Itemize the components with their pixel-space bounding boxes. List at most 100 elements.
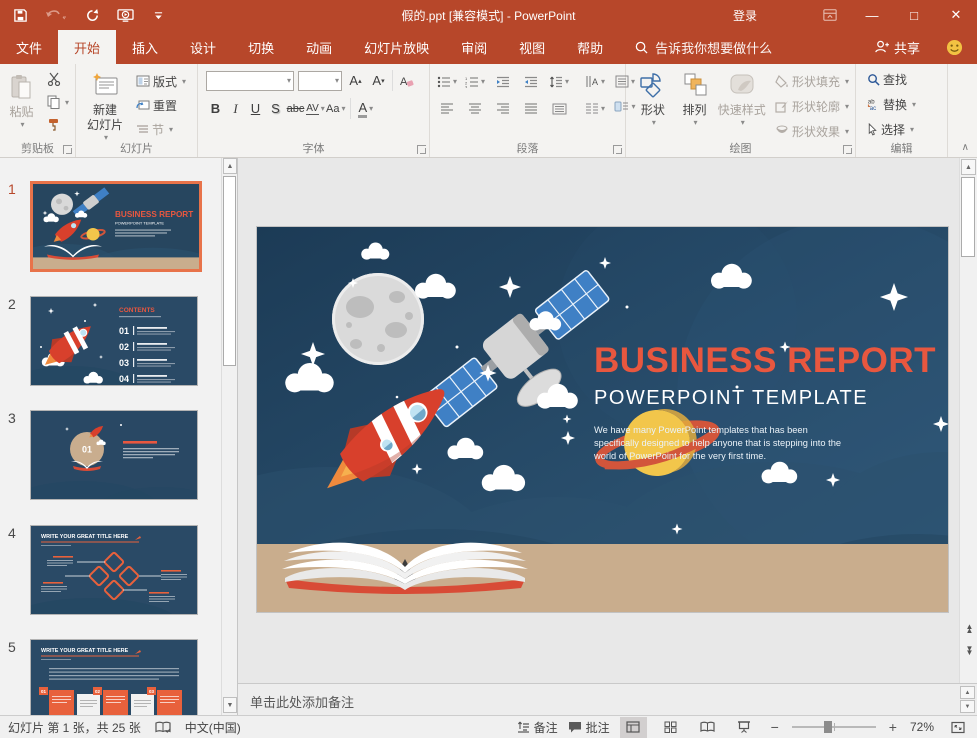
paragraph-dialog-launcher[interactable]	[613, 145, 622, 154]
notes-scrollbar[interactable]: ▲ ▼	[960, 686, 975, 714]
save-button[interactable]	[10, 4, 30, 26]
slide-canvas[interactable]: BUSINESS REPORT POWERPOINT TEMPLATE We h…	[257, 227, 948, 612]
thumbnail-slide-5[interactable]: 5 WRITE YOUR GREAT TITLE HERE 01	[0, 639, 222, 715]
new-slide-button[interactable]: 新建 幻灯片	[79, 68, 131, 143]
quick-styles-button[interactable]: 快速样式	[715, 68, 768, 128]
undo-button[interactable]	[43, 4, 69, 26]
align-right-button[interactable]	[492, 98, 514, 119]
thumbnail-scrollbar[interactable]: ▲ ▼	[221, 158, 237, 715]
start-slideshow-button[interactable]	[115, 4, 135, 26]
slideshow-view-button[interactable]	[731, 717, 758, 738]
align-left-button[interactable]	[436, 98, 458, 119]
zoom-percentage[interactable]: 72%	[910, 720, 934, 734]
slide-title-textbox[interactable]: BUSINESS REPORT	[594, 343, 939, 380]
thumbnail-3-image[interactable]: 01	[30, 410, 198, 500]
cut-button[interactable]	[44, 68, 72, 90]
font-size-combo[interactable]	[298, 71, 342, 91]
tab-animations[interactable]: 动画	[290, 30, 348, 64]
comments-toggle[interactable]: 批注	[568, 719, 610, 736]
minimize-button[interactable]: —	[851, 0, 893, 30]
language-indicator[interactable]: 中文(中国)	[185, 719, 241, 736]
thumbnail-1-image[interactable]: BUSINESS REPORT POWERPOINT TEMPLATE	[30, 181, 202, 272]
slide-sorter-view-button[interactable]	[657, 717, 684, 738]
select-button[interactable]: 选择	[864, 118, 917, 140]
strikethrough-button[interactable]: abc	[286, 98, 305, 119]
tab-home[interactable]: 开始	[58, 30, 116, 64]
shape-effects-button[interactable]: 形状效果	[772, 120, 852, 142]
tab-view[interactable]: 视图	[503, 30, 561, 64]
scroll-up-icon[interactable]: ▲	[961, 159, 976, 175]
previous-slide-button[interactable]: ▲▲	[961, 619, 976, 639]
format-painter-button[interactable]	[44, 114, 72, 136]
fit-slide-button[interactable]	[944, 717, 971, 738]
collapse-ribbon-button[interactable]: ∧	[962, 142, 969, 153]
shapes-button[interactable]: 形状	[632, 68, 674, 128]
clipboard-dialog-launcher[interactable]	[63, 145, 72, 154]
change-case-button[interactable]: Aa	[326, 98, 345, 119]
tab-slideshow[interactable]: 幻灯片放映	[348, 30, 445, 64]
increase-indent-button[interactable]	[520, 71, 542, 92]
thumbnail-slide-4[interactable]: 4 WRITE YOUR GREAT TITLE HERE	[0, 525, 222, 615]
zoom-slider-thumb[interactable]	[824, 721, 832, 733]
next-slide-button[interactable]: ▼▼	[961, 641, 976, 661]
tab-help[interactable]: 帮助	[561, 30, 619, 64]
tell-me-search[interactable]: 告诉我你想要做什么	[635, 30, 772, 64]
thumbnail-slide-2[interactable]: 2	[0, 296, 222, 386]
font-name-combo[interactable]	[206, 71, 294, 91]
notes-pane[interactable]: 单击此处添加备注 ▲ ▼	[238, 683, 977, 715]
bold-button[interactable]: B	[206, 98, 225, 119]
align-center-button[interactable]	[464, 98, 486, 119]
character-spacing-button[interactable]: AV	[306, 98, 325, 119]
layout-button[interactable]: 版式	[133, 70, 189, 92]
thumbnail-slide-3[interactable]: 3 01	[0, 410, 222, 500]
text-direction-button[interactable]: A	[584, 71, 606, 92]
thumbnail-scroll-up-icon[interactable]: ▲	[223, 158, 237, 174]
notes-scroll-down-icon[interactable]: ▼	[960, 700, 975, 713]
justify-button[interactable]	[520, 98, 542, 119]
tab-review[interactable]: 审阅	[445, 30, 503, 64]
slide-subtitle-textbox[interactable]: POWERPOINT TEMPLATE	[594, 387, 939, 410]
spell-check-icon[interactable]	[155, 721, 171, 734]
copy-button[interactable]	[44, 91, 72, 113]
feedback-smiley-icon[interactable]	[946, 39, 963, 56]
numbering-button[interactable]: 123	[464, 71, 486, 92]
arrange-button[interactable]: 排列	[674, 68, 716, 128]
thumbnail-5-image[interactable]: WRITE YOUR GREAT TITLE HERE 01 02	[30, 639, 198, 715]
ribbon-display-options-button[interactable]	[809, 0, 851, 30]
line-spacing-button[interactable]	[548, 71, 570, 92]
clear-formatting-button[interactable]: A	[392, 70, 414, 91]
tab-design[interactable]: 设计	[174, 30, 232, 64]
thumbnail-scrollbar-thumb[interactable]	[223, 176, 236, 366]
distributed-button[interactable]	[548, 98, 570, 119]
close-button[interactable]: ✕	[935, 0, 977, 30]
italic-button[interactable]: I	[226, 98, 245, 119]
zoom-slider[interactable]	[792, 726, 876, 728]
thumbnail-slide-1[interactable]: 1	[0, 181, 222, 273]
customize-qat-button[interactable]	[148, 4, 168, 26]
section-button[interactable]: 节	[133, 118, 189, 140]
main-scrollbar-thumb[interactable]	[961, 177, 975, 257]
decrease-indent-button[interactable]	[492, 71, 514, 92]
find-button[interactable]: 查找	[864, 68, 910, 90]
font-color-button[interactable]: A	[350, 98, 373, 119]
sign-in-link[interactable]: 登录	[733, 7, 757, 24]
replace-button[interactable]: abac 替换	[864, 93, 919, 115]
text-shadow-button[interactable]: S	[266, 98, 285, 119]
zoom-in-button[interactable]: +	[886, 719, 900, 735]
tab-transitions[interactable]: 切换	[232, 30, 290, 64]
notes-scroll-up-icon[interactable]: ▲	[960, 686, 975, 699]
notes-toggle[interactable]: 备注	[517, 719, 558, 736]
grow-font-button[interactable]: A▴	[346, 70, 365, 91]
columns-button[interactable]	[584, 98, 606, 119]
zoom-out-button[interactable]: −	[768, 719, 782, 735]
tab-file[interactable]: 文件	[0, 30, 58, 64]
drawing-dialog-launcher[interactable]	[843, 145, 852, 154]
thumbnail-scroll-down-icon[interactable]: ▼	[223, 697, 237, 713]
main-vertical-scrollbar[interactable]: ▲ ▲▲ ▼▼	[959, 158, 977, 683]
reset-button[interactable]: 重置	[133, 94, 189, 116]
bullets-button[interactable]	[436, 71, 458, 92]
shape-outline-button[interactable]: 形状轮廓	[772, 95, 852, 117]
shape-fill-button[interactable]: 形状填充	[772, 70, 852, 92]
font-dialog-launcher[interactable]	[417, 145, 426, 154]
thumbnail-2-image[interactable]: CONTENTS 01 02 03 04	[30, 296, 198, 386]
